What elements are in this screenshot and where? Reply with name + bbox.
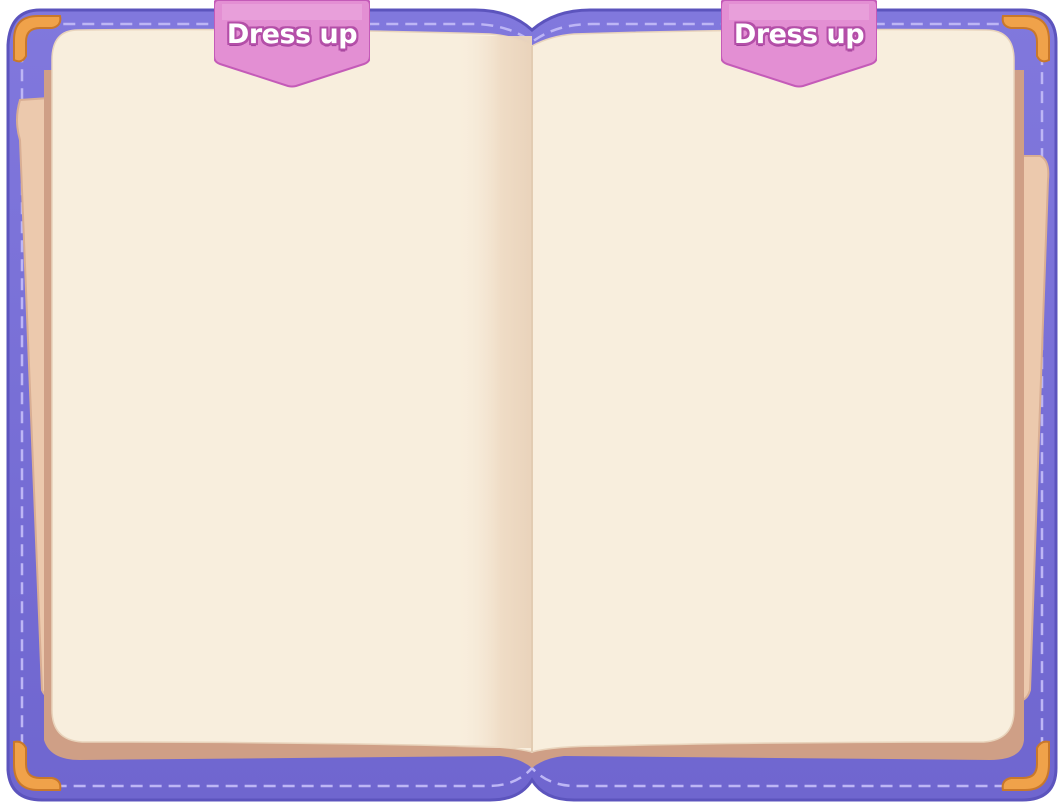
dress-up-tab-left[interactable]: Dress up xyxy=(214,0,370,88)
right-page-content xyxy=(545,90,1005,730)
tab-shape xyxy=(721,0,877,88)
diary-book-screen: Dress up Dress up xyxy=(0,0,1063,808)
dress-up-tab-right[interactable]: Dress up xyxy=(721,0,877,88)
left-page-content xyxy=(60,90,520,730)
tab-shape xyxy=(214,0,370,88)
